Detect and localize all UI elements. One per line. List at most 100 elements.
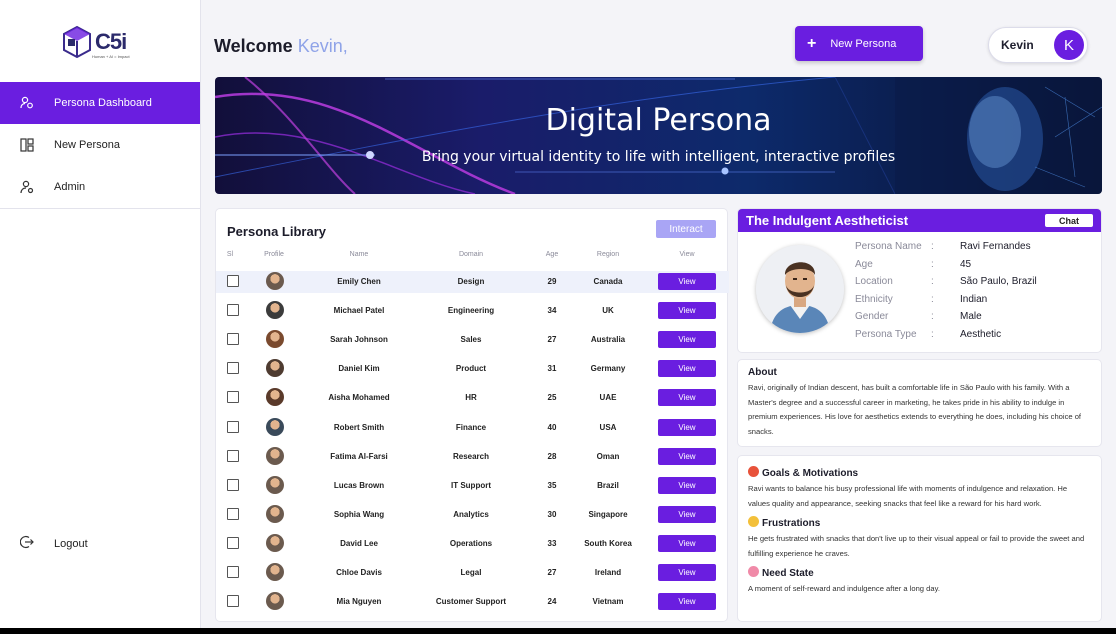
row-region: Canada bbox=[593, 277, 623, 286]
view-button[interactable]: View bbox=[658, 302, 716, 320]
view-button[interactable]: View bbox=[658, 360, 716, 378]
table-row[interactable]: Fatima Al-Farsi Research 28 Oman View bbox=[216, 446, 729, 468]
row-checkbox[interactable] bbox=[227, 420, 239, 433]
row-domain: Legal bbox=[460, 568, 482, 577]
table-row[interactable]: Aisha Mohamed HR 25 UAE View bbox=[216, 387, 729, 409]
persona-field-row: Location: São Paulo, Brazil bbox=[855, 276, 1095, 291]
sidebar-item-persona-dashboard[interactable]: Persona Dashboard bbox=[0, 82, 200, 124]
row-checkbox[interactable] bbox=[227, 275, 239, 287]
row-checkbox[interactable] bbox=[227, 333, 239, 346]
persona-field-row: Age: 45 bbox=[855, 259, 1095, 274]
row-checkbox[interactable] bbox=[227, 449, 239, 462]
view-button[interactable]: View bbox=[658, 389, 716, 407]
row-checkbox[interactable] bbox=[227, 566, 239, 578]
col-view: View bbox=[679, 251, 695, 258]
about-title: About bbox=[748, 367, 777, 378]
table-header: Sl Profile Name Domain Age Region View bbox=[216, 251, 729, 263]
profile-avatar bbox=[266, 446, 284, 465]
col-profile: Profile bbox=[264, 251, 284, 258]
logout-icon bbox=[19, 535, 34, 552]
row-age: 27 bbox=[547, 568, 557, 577]
goals-text: Ravi wants to balance his busy professio… bbox=[748, 484, 1068, 508]
persona-insights-card: Goals & Motivations Ravi wants to balanc… bbox=[737, 455, 1102, 622]
banner-subtitle: Bring your virtual identity to life with… bbox=[421, 149, 896, 165]
row-checkbox[interactable] bbox=[227, 391, 239, 404]
row-checkbox[interactable] bbox=[227, 507, 239, 520]
view-button[interactable]: View bbox=[658, 534, 716, 552]
new-persona-button[interactable]: + New Persona bbox=[795, 26, 923, 61]
need-title: Need State bbox=[762, 568, 814, 579]
row-name: Aisha Mohamed bbox=[328, 393, 390, 403]
new-persona-label: New Persona bbox=[830, 37, 897, 50]
chat-button[interactable]: Chat bbox=[1045, 214, 1093, 227]
row-age: 27 bbox=[547, 335, 557, 345]
row-checkbox[interactable] bbox=[227, 304, 239, 317]
profile-avatar bbox=[266, 504, 284, 523]
persona-detail-title: The Indulgent Aestheticist bbox=[746, 213, 909, 228]
table-row[interactable]: Michael Patel Engineering 34 UK View bbox=[216, 300, 729, 322]
field-key: Location bbox=[855, 276, 893, 288]
table-row[interactable]: Sophia Wang Analytics 30 Singapore View bbox=[216, 504, 729, 526]
welcome-user-name: Kevin, bbox=[297, 36, 348, 56]
logout-button[interactable]: Logout bbox=[19, 535, 88, 552]
row-domain: Analytics bbox=[453, 509, 489, 519]
logout-label: Logout bbox=[54, 537, 88, 550]
table-row[interactable]: David Lee Operations 33 South Korea View bbox=[216, 533, 729, 555]
sidebar-item-new-persona[interactable]: New Persona bbox=[0, 124, 200, 166]
plus-icon: + bbox=[807, 34, 817, 52]
row-checkbox[interactable] bbox=[227, 362, 239, 375]
field-key: Ethnicity bbox=[855, 293, 893, 305]
row-age: 24 bbox=[547, 597, 557, 607]
table-row[interactable]: Robert Smith Finance 40 USA View bbox=[216, 417, 729, 439]
view-button[interactable]: View bbox=[658, 447, 716, 465]
row-checkbox[interactable] bbox=[227, 478, 239, 491]
profile-avatar bbox=[266, 417, 284, 436]
row-region: Ireland bbox=[594, 568, 622, 577]
row-age: 40 bbox=[547, 422, 557, 432]
view-button[interactable]: View bbox=[658, 505, 716, 523]
row-age: 35 bbox=[547, 480, 557, 490]
table-row[interactable]: Daniel Kim Product 31 Germany View bbox=[216, 358, 729, 380]
user-menu[interactable]: Kevin K bbox=[988, 27, 1088, 63]
table-row[interactable]: Lucas Brown IT Support 35 Brazil View bbox=[216, 475, 729, 497]
need-text: A moment of self-reward and indulgence a… bbox=[748, 584, 940, 593]
row-name: Lucas Brown bbox=[333, 480, 385, 490]
bottom-edge bbox=[0, 628, 1116, 634]
admin-icon bbox=[20, 180, 34, 194]
row-name: Emily Chen bbox=[337, 277, 381, 286]
view-button[interactable]: View bbox=[658, 564, 716, 581]
row-region: UK bbox=[602, 306, 614, 316]
sidebar-item-admin[interactable]: Admin bbox=[0, 166, 200, 208]
view-button[interactable]: View bbox=[658, 593, 716, 611]
field-value: Indian bbox=[960, 293, 988, 305]
row-name: Sarah Johnson bbox=[330, 335, 388, 345]
field-key: Persona Type bbox=[855, 329, 917, 340]
persona-detail-card: The Indulgent Aestheticist Chat Persona … bbox=[737, 208, 1102, 353]
table-row[interactable]: Sarah Johnson Sales 27 Australia View bbox=[216, 329, 729, 351]
avatar: K bbox=[1054, 30, 1084, 60]
table-row[interactable]: Emily Chen Design 29 Canada View bbox=[216, 271, 729, 293]
field-value: Ravi Fernandes bbox=[960, 241, 1031, 252]
view-button[interactable]: View bbox=[658, 331, 716, 349]
row-checkbox[interactable] bbox=[227, 536, 239, 549]
persona-field-row: Gender: Male bbox=[855, 311, 1095, 326]
interact-button[interactable]: Interact bbox=[656, 220, 716, 238]
view-button[interactable]: View bbox=[658, 418, 716, 436]
view-button[interactable]: View bbox=[658, 273, 716, 290]
persona-field-row: Ethnicity: Indian bbox=[855, 294, 1095, 309]
layout-icon bbox=[20, 138, 34, 152]
row-checkbox[interactable] bbox=[227, 595, 239, 608]
banner-title: Digital Persona bbox=[545, 103, 772, 138]
table-row[interactable]: Mia Nguyen Customer Support 24 Vietnam View bbox=[216, 591, 729, 613]
view-button[interactable]: View bbox=[658, 476, 716, 494]
c5i-logo: C5i Human + AI = Impact bbox=[62, 22, 142, 62]
profile-avatar bbox=[266, 388, 284, 407]
row-domain: IT Support bbox=[451, 480, 491, 490]
sidebar-divider bbox=[0, 208, 200, 209]
profile-avatar bbox=[266, 272, 284, 290]
row-region: Australia bbox=[590, 335, 626, 345]
row-name: Robert Smith bbox=[333, 422, 385, 432]
field-colon: : bbox=[931, 293, 934, 305]
table-row[interactable]: Chloe Davis Legal 27 Ireland View bbox=[216, 562, 729, 584]
about-card: About Ravi, originally of Indian descent… bbox=[737, 359, 1102, 447]
